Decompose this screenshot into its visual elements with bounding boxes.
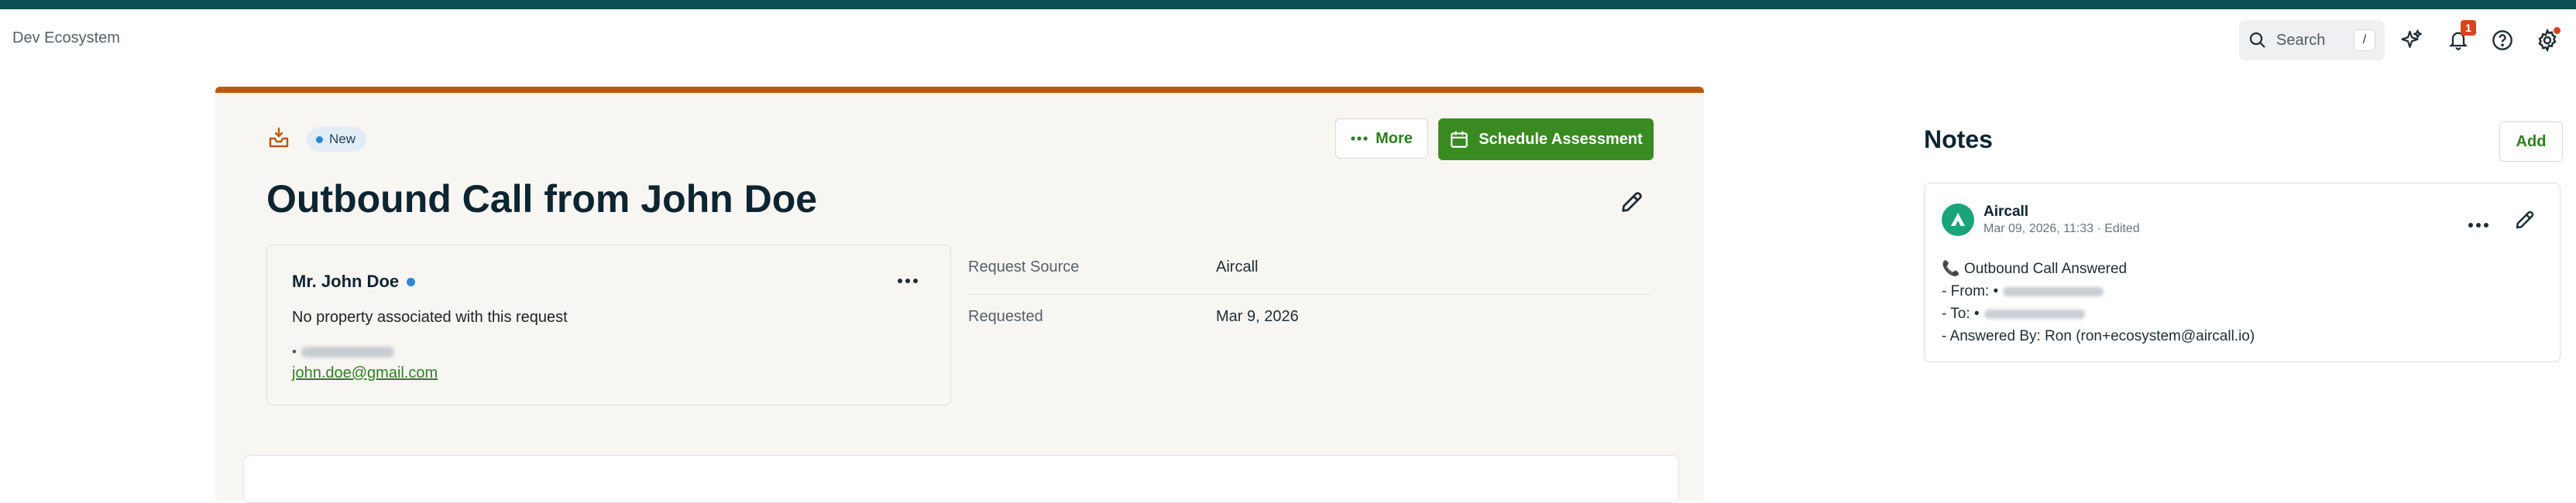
search-icon — [2249, 32, 2265, 48]
contact-name-row[interactable]: Mr. John Doe — [292, 272, 416, 292]
top-brand-stripe — [0, 0, 2576, 9]
more-button[interactable]: More — [1335, 118, 1428, 159]
status-dot — [316, 135, 323, 143]
ellipsis-icon — [1351, 136, 1368, 141]
contact-name[interactable]: Mr. John Doe — [292, 272, 399, 292]
note-author: Aircall — [1984, 204, 2029, 220]
note-line-text: - From: • — [1942, 283, 1999, 299]
status-badge: New — [307, 127, 367, 152]
request-source-label: Request Source — [968, 258, 1080, 275]
note-line-text: - To: • — [1942, 306, 1980, 322]
aircall-avatar — [1942, 204, 1974, 236]
contact-status-dot — [407, 277, 416, 286]
inbox-download-icon — [269, 127, 289, 148]
contact-card: Mr. John Doe No property associated with… — [266, 245, 951, 405]
no-property-text: No property associated with this request — [292, 309, 568, 326]
calendar-icon — [1451, 131, 1468, 148]
schedule-assessment-button[interactable]: Schedule Assessment — [1438, 118, 1654, 160]
search-label: Search — [2276, 31, 2326, 49]
notes-heading: Notes — [1924, 125, 1993, 153]
notification-count-badge: 1 — [2461, 20, 2476, 36]
note-card: Aircall Mar 09, 2026, 11:33 · Edited 📞 O… — [1924, 183, 2561, 362]
note-menu-icon[interactable] — [2467, 217, 2490, 233]
note-line: 📞 Outbound Call Answered — [1942, 258, 2255, 280]
note-line: - To: • — [1942, 303, 2255, 325]
more-label: More — [1376, 129, 1413, 147]
note-line: - From: • — [1942, 280, 2255, 303]
org-name: Dev Ecosystem — [12, 29, 120, 46]
from-number-redacted — [2003, 286, 2104, 296]
details-divider — [968, 294, 1651, 295]
aircall-logo-icon — [1951, 213, 1965, 226]
note-body: 📞 Outbound Call Answered - From: • - To:… — [1942, 258, 2255, 347]
status-label: New — [329, 132, 356, 146]
search-shortcut-key: / — [2354, 29, 2375, 51]
notifications-button[interactable]: 1 — [2442, 20, 2476, 56]
note-timestamp: Mar 09, 2026, 11:33 · Edited — [1984, 222, 2140, 235]
note-line: - Answered By: Ron (ron+ecosystem@aircal… — [1942, 325, 2255, 347]
help-button[interactable] — [2486, 24, 2519, 56]
edit-title-icon[interactable] — [1619, 189, 1645, 215]
request-source-value: Aircall — [1216, 258, 1259, 275]
phone-prefix: • — [292, 344, 297, 359]
add-note-button[interactable]: Add — [2499, 121, 2563, 162]
phone-redacted — [301, 347, 394, 358]
note-line-text: - Answered By: Ron (ron+ecosystem@aircal… — [1942, 328, 2255, 344]
lower-section-card — [243, 455, 1679, 503]
schedule-assessment-label: Schedule Assessment — [1479, 130, 1643, 148]
contact-menu-icon[interactable] — [896, 273, 919, 289]
note-edit-icon[interactable] — [2513, 208, 2537, 231]
contact-phone[interactable]: • — [292, 344, 394, 360]
ai-assistant-button[interactable] — [2396, 24, 2428, 56]
settings-alert-dot — [2554, 27, 2561, 34]
help-icon — [2492, 30, 2512, 50]
page-title: Outbound Call from John Doe — [266, 177, 818, 221]
note-line-text: 📞 Outbound Call Answered — [1942, 261, 2128, 277]
sparkle-icon — [2401, 29, 2422, 48]
settings-button[interactable] — [2531, 24, 2564, 56]
requested-label: Requested — [968, 308, 1043, 325]
contact-email-link[interactable]: john.doe@gmail.com — [292, 364, 438, 382]
to-number-redacted — [1984, 309, 2085, 319]
search-button[interactable]: Search / — [2239, 20, 2385, 60]
requested-date-value: Mar 9, 2026 — [1216, 308, 1299, 325]
